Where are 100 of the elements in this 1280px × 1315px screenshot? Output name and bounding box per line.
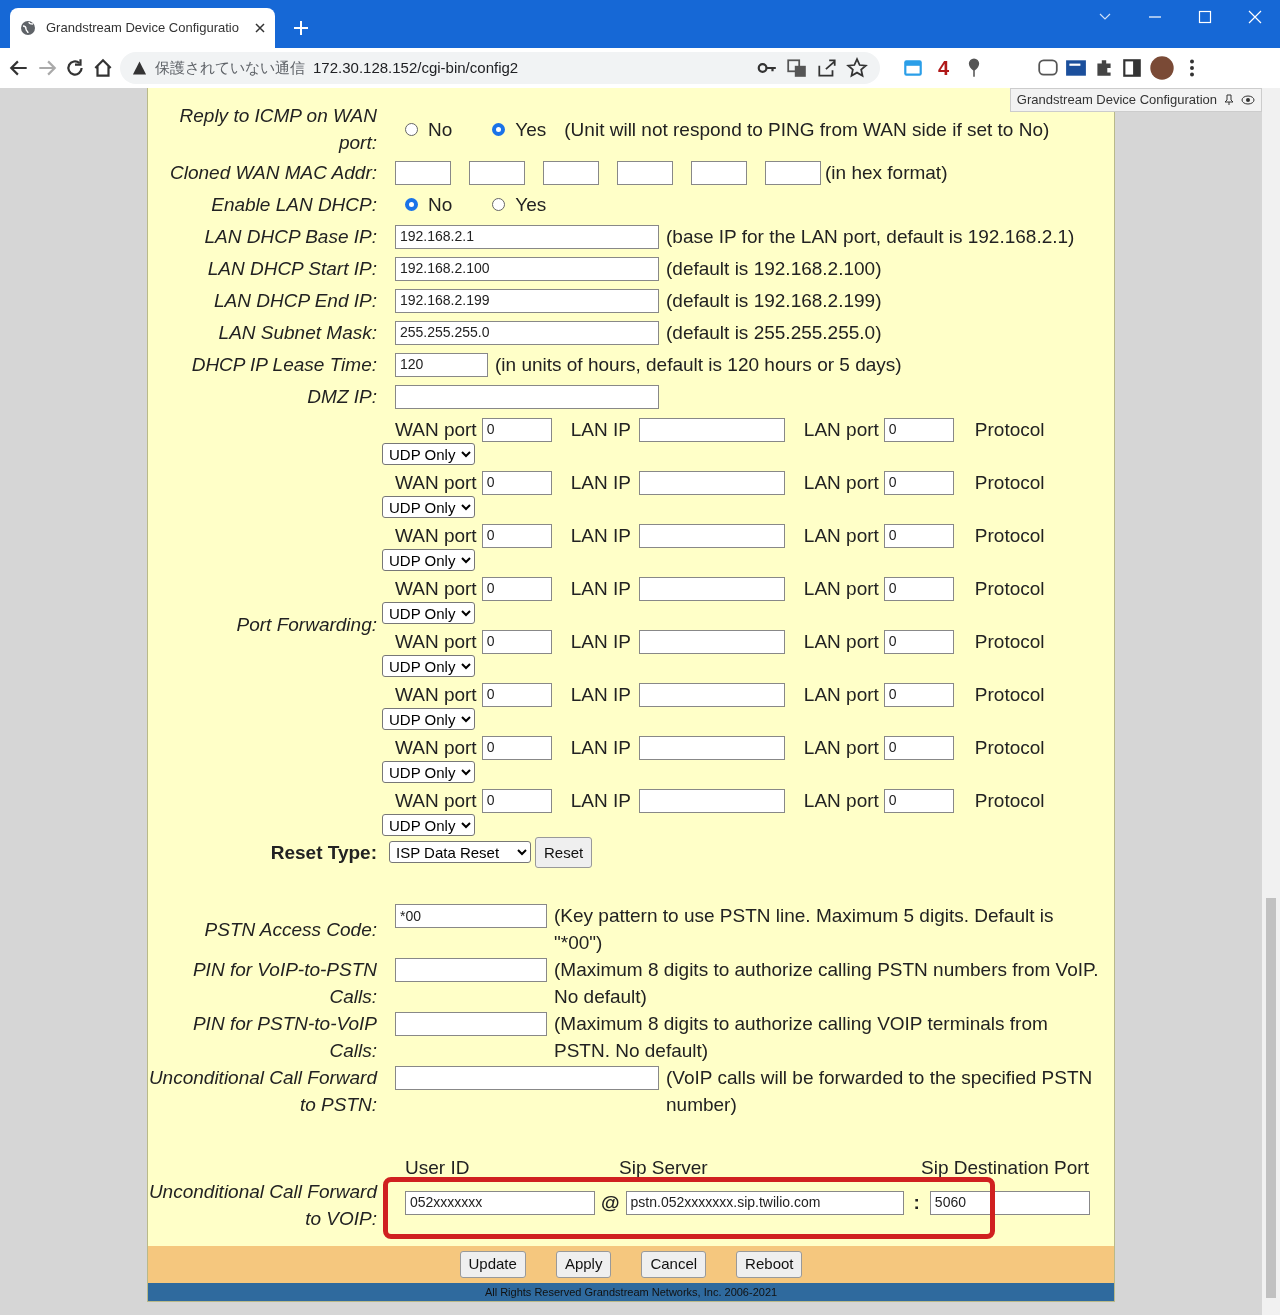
input-field[interactable]: 0 bbox=[481, 470, 552, 495]
field-label: WAN port bbox=[395, 736, 477, 760]
field-label: Unconditional Call Forward to PSTN: bbox=[148, 1066, 379, 1117]
protocol-dropdown[interactable]: UDP Only bbox=[382, 814, 475, 836]
input-field[interactable]: 192.168.2.1 bbox=[395, 224, 659, 249]
input-field[interactable]: 052xxxxxxx bbox=[405, 1190, 595, 1215]
input-field[interactable] bbox=[638, 735, 785, 760]
input-field[interactable] bbox=[638, 629, 785, 654]
radio-option[interactable]: Yes bbox=[492, 115, 547, 143]
input-field[interactable]: 0 bbox=[481, 417, 552, 442]
input-field[interactable]: 0 bbox=[883, 735, 954, 760]
input-field[interactable] bbox=[638, 470, 785, 495]
share-icon[interactable] bbox=[816, 57, 838, 79]
input-field[interactable]: 0 bbox=[481, 788, 552, 813]
input-field[interactable] bbox=[395, 958, 547, 982]
input-field[interactable]: 0 bbox=[883, 523, 954, 548]
input-field[interactable] bbox=[638, 788, 785, 813]
input-field[interactable] bbox=[395, 1012, 547, 1036]
input-field[interactable] bbox=[543, 161, 599, 186]
field-label: Reset Type: bbox=[269, 840, 378, 865]
input-field[interactable] bbox=[469, 161, 525, 186]
input-field[interactable] bbox=[395, 161, 451, 186]
input-field[interactable] bbox=[638, 523, 785, 548]
protocol-dropdown[interactable]: UDP Only bbox=[382, 655, 475, 677]
input-field[interactable] bbox=[691, 161, 747, 186]
input-field[interactable]: 0 bbox=[481, 629, 552, 654]
input-field[interactable]: 0 bbox=[883, 470, 954, 495]
input-field[interactable]: 5060 bbox=[929, 1190, 1090, 1215]
input-field[interactable]: 0 bbox=[883, 629, 954, 654]
input-field[interactable] bbox=[638, 682, 785, 707]
radio-option[interactable]: No bbox=[405, 115, 453, 143]
hint-text: (default is 255.255.255.0) bbox=[666, 320, 882, 345]
close-icon[interactable] bbox=[255, 23, 265, 33]
field-label: Protocol bbox=[974, 471, 1045, 495]
field-label: Protocol bbox=[974, 418, 1045, 442]
input-field[interactable] bbox=[638, 576, 785, 601]
form-button[interactable]: Apply bbox=[555, 1251, 612, 1278]
input-field[interactable]: 0 bbox=[481, 576, 552, 601]
input-field[interactable] bbox=[617, 161, 673, 186]
radio-option[interactable]: Yes bbox=[492, 190, 547, 218]
field-label: LAN IP bbox=[570, 683, 631, 707]
translate-icon[interactable] bbox=[786, 57, 808, 79]
input-field[interactable]: 0 bbox=[481, 735, 552, 760]
protocol-dropdown[interactable]: UDP Only bbox=[382, 496, 475, 518]
protocol-dropdown[interactable]: UDP Only bbox=[382, 602, 475, 624]
field-label: LAN port bbox=[803, 736, 879, 760]
scrollbar[interactable] bbox=[1262, 88, 1280, 1315]
radio-option[interactable]: No bbox=[405, 190, 453, 218]
protocol-dropdown[interactable]: UDP Only bbox=[382, 761, 475, 783]
avatar-icon[interactable] bbox=[1149, 55, 1176, 81]
input-field[interactable]: 0 bbox=[481, 682, 552, 707]
field-label: LAN IP bbox=[570, 418, 631, 442]
hint-text: (in hex format) bbox=[825, 161, 948, 183]
field-label: LAN port bbox=[803, 524, 879, 548]
protocol-dropdown[interactable]: UDP Only bbox=[382, 549, 475, 571]
reset-button[interactable]: Reset bbox=[535, 836, 593, 868]
input-field[interactable] bbox=[395, 1066, 659, 1090]
hint-text: (in units of hours, default is 120 hours or 5 days) bbox=[495, 352, 902, 377]
input-field[interactable] bbox=[638, 417, 785, 442]
hint-text: (Key pattern to use PSTN line. Maximum 5 digits. Default is "*00") bbox=[554, 904, 1055, 955]
input-field[interactable]: *00 bbox=[395, 904, 547, 928]
security-label: 保護されていない通信 bbox=[155, 57, 305, 78]
input-field[interactable] bbox=[765, 161, 821, 186]
protocol-dropdown[interactable]: UDP Only bbox=[382, 443, 475, 465]
address-bar[interactable]: 保護されていない通信 172.30.128.152/cgi-bin/config2 bbox=[120, 52, 880, 84]
input-field[interactable] bbox=[395, 385, 659, 409]
hint-text: (base IP for the LAN port, default is 192.168.2.1) bbox=[666, 224, 1075, 249]
field-label: WAN port bbox=[395, 471, 477, 495]
input-field[interactable]: pstn.052xxxxxxx.sip.twilio.com bbox=[625, 1190, 904, 1215]
field-label: LAN Subnet Mask: bbox=[217, 320, 378, 345]
input-field[interactable]: 0 bbox=[883, 417, 954, 442]
form-button[interactable]: Update bbox=[459, 1251, 526, 1278]
field-label: Protocol bbox=[974, 630, 1045, 654]
column-header: Sip Destination Port bbox=[921, 1156, 1089, 1180]
input-field[interactable]: 255.255.255.0 bbox=[395, 320, 659, 345]
column-header: User ID bbox=[405, 1156, 471, 1180]
input-field[interactable]: 0 bbox=[883, 682, 954, 707]
field-label: Protocol bbox=[974, 736, 1045, 760]
form-button[interactable]: Cancel bbox=[641, 1251, 707, 1278]
input-field[interactable]: 120 bbox=[395, 352, 488, 377]
star-icon[interactable] bbox=[846, 57, 868, 79]
browser-tab[interactable]: Grandstream Device Configuratio bbox=[10, 8, 275, 48]
field-label: LAN port bbox=[803, 418, 879, 442]
side-panel-icon[interactable] bbox=[1121, 57, 1144, 79]
field-label: PSTN Access Code: bbox=[203, 917, 378, 942]
window-icon[interactable] bbox=[902, 57, 924, 79]
input-field[interactable]: 192.168.2.199 bbox=[395, 288, 659, 313]
eye-icon bbox=[1241, 94, 1255, 105]
thumbnail-icon[interactable] bbox=[1065, 57, 1088, 79]
form-button[interactable]: Reboot bbox=[736, 1251, 803, 1278]
reset-type-dropdown[interactable]: ISP Data Reset bbox=[389, 841, 531, 863]
input-field[interactable]: 0 bbox=[883, 788, 954, 813]
home-icon[interactable] bbox=[92, 57, 114, 79]
extension-badge[interactable]: 4 bbox=[930, 53, 958, 83]
reload-icon[interactable] bbox=[64, 57, 86, 79]
input-field[interactable]: 0 bbox=[481, 523, 552, 548]
input-field[interactable]: 192.168.2.100 bbox=[395, 256, 659, 281]
input-field[interactable]: 0 bbox=[883, 576, 954, 601]
protocol-dropdown[interactable]: UDP Only bbox=[382, 708, 475, 730]
new-tab-icon[interactable] bbox=[293, 20, 309, 36]
